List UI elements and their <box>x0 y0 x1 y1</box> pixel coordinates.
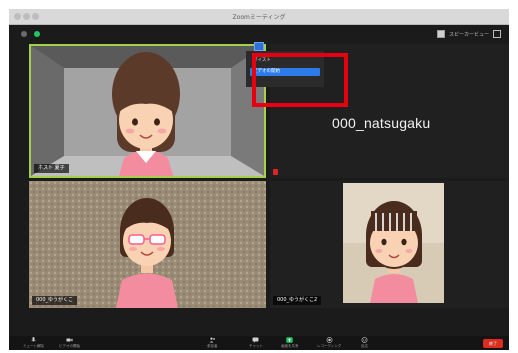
participant-tile-3[interactable]: 000_ゆうがくこ <box>29 181 266 308</box>
participant-name-label: 000_ゆうがくこ2 <box>273 296 322 305</box>
menu-item-0[interactable]: ボイスト <box>250 57 320 65</box>
end-meeting-button[interactable]: 終了 <box>483 339 503 348</box>
mic-icon <box>31 337 36 342</box>
toolbar-label: ミュート解除 <box>23 344 44 348</box>
more-options-button[interactable] <box>254 42 264 51</box>
participant-name-label: 000_ゆうがくこ <box>32 296 78 305</box>
meeting-toolbar: ミュート解除 ビデオの開始 参加者 チャット 画面を共有 レコーディング 反応 … <box>9 336 509 350</box>
camera-icon <box>66 338 73 342</box>
speaker-view-button[interactable]: スピーカービュー <box>436 29 501 39</box>
menu-item-start-video[interactable]: ビデオの開始 <box>250 68 320 76</box>
chat-icon <box>252 337 259 343</box>
muted-mic-icon <box>273 169 278 175</box>
participants-icon <box>209 337 215 343</box>
record-button[interactable]: レコーディング <box>317 336 341 350</box>
toolbar-label: 参加者 <box>207 344 218 348</box>
meeting-top-bar <box>9 25 509 43</box>
share-screen-icon <box>286 337 293 343</box>
toolbar-label: レコーディング <box>317 344 342 348</box>
encryption-status-icon[interactable] <box>34 31 40 37</box>
avatar-girl-glasses-video <box>29 181 266 308</box>
window-title: Zoomミーティング <box>232 14 286 21</box>
toolbar-label: ビデオの開始 <box>59 344 80 348</box>
video-context-menu: ボイスト ビデオの開始 <box>246 42 324 87</box>
unmute-button[interactable]: ミュート解除 <box>23 336 44 350</box>
participant-tile-1[interactable]: ホスト 夏子 <box>29 44 266 178</box>
participant-display-name: 000_natsugaku <box>332 115 431 131</box>
fullscreen-icon[interactable] <box>493 30 501 38</box>
toolbar-label: 反応 <box>361 344 368 348</box>
participants-button[interactable]: 参加者 <box>207 336 218 350</box>
grid-view-icon <box>436 30 445 38</box>
reaction-icon <box>361 337 368 343</box>
avatar-girl-pink-video <box>31 46 264 176</box>
participant-tile-4[interactable]: 000_ゆうがくこ2 <box>270 181 509 308</box>
participant-name-label: ホスト 夏子 <box>34 164 69 173</box>
title-bar: Zoomミーティング <box>9 9 509 25</box>
speaker-view-label: スピーカービュー <box>448 31 489 38</box>
toolbar-label: チャット <box>249 344 263 348</box>
chat-button[interactable]: チャット <box>249 336 263 350</box>
avatar-girl-bangs-video <box>270 181 509 308</box>
share-screen-button[interactable]: 画面を共有 <box>281 336 299 350</box>
start-video-button[interactable]: ビデオの開始 <box>59 336 80 350</box>
reactions-button[interactable]: 反応 <box>361 336 368 350</box>
menu-panel: ボイスト ビデオの開始 <box>246 51 324 87</box>
zoom-window: Zoomミーティング スピーカービュー ホスト 夏子 000_natsugaku… <box>9 9 509 350</box>
security-shield-icon[interactable] <box>21 31 27 37</box>
toolbar-label: 画面を共有 <box>281 344 299 348</box>
record-icon <box>326 337 333 343</box>
